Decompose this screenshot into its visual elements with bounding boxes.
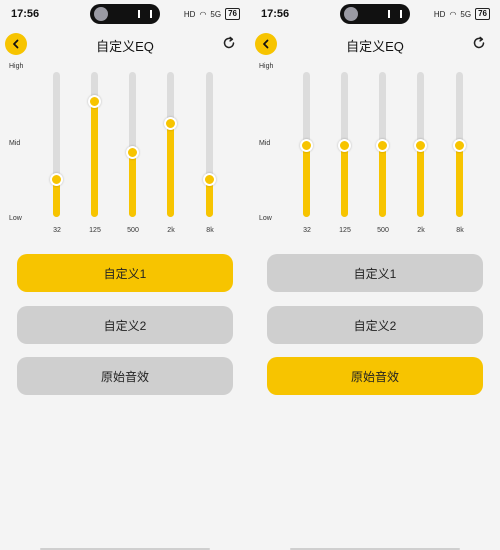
eq-slider-knob[interactable] [338,138,351,152]
preset-button-original[interactable]: 原始音效 [17,357,233,395]
eq-slider-track[interactable] [91,72,98,217]
eq-slider-knob[interactable] [50,173,63,187]
page-title: 自定义EQ [96,39,154,54]
signal-indicator: 5G [210,9,222,19]
preset-button-original[interactable]: 原始音效 [267,357,483,395]
eq-band: 32 [45,72,69,242]
preset-button-custom-2[interactable]: 自定义2 [17,306,233,344]
dynamic-island[interactable] [340,4,410,24]
eq-band-frequency: 32 [53,227,61,234]
eq-slider-fill [303,144,310,217]
status-time: 17:56 [11,8,40,20]
hd-indicator: HD [183,9,196,19]
eq-band-frequency: 500 [377,227,389,234]
eq-band-frequency: 500 [127,227,139,234]
eq-slider-track[interactable] [53,72,60,217]
eq-band-frequency: 8k [206,227,214,234]
eq-band: 125 [83,72,107,242]
eq-band: 8k [198,72,222,242]
wifi-icon: ◠ [199,9,207,19]
eq-band: 125 [333,72,357,242]
eq-band-frequency: 32 [303,227,311,234]
header: 自定义EQ [250,33,500,59]
album-art-icon [344,7,358,21]
eq-slider-knob[interactable] [376,138,389,152]
audio-wave-icon [388,10,402,18]
refresh-icon[interactable] [472,36,486,50]
eq-band-frequency: 125 [89,227,101,234]
status-bar: 17:56 HD ◠ 5G 76 [250,0,500,28]
page-title: 自定义EQ [346,39,404,54]
dynamic-island[interactable] [90,4,160,24]
header: 自定义EQ [0,33,250,59]
eq-band: 32 [295,72,319,242]
eq-slider-track[interactable] [129,72,136,217]
eq-band: 2k [409,72,433,242]
status-icons: HD ◠ 5G 76 [434,8,490,20]
eq-slider-fill [341,144,348,217]
screen-right: 17:56 HD ◠ 5G 76 自定义EQ High Mid Low 32 1… [250,0,500,550]
signal-indicator: 5G [460,9,472,19]
eq-slider-fill [129,151,136,217]
album-art-icon [94,7,108,21]
eq-band: 500 [371,72,395,242]
wifi-icon: ◠ [449,9,457,19]
preset-button-custom-1[interactable]: 自定义1 [17,254,233,292]
eq-slider-knob[interactable] [126,145,139,159]
level-label-mid: Mid [9,140,21,147]
eq-slider-fill [379,144,386,217]
audio-wave-icon [138,10,152,18]
eq-slider-knob[interactable] [453,138,466,152]
status-time: 17:56 [261,8,290,20]
eq-slider-knob[interactable] [300,138,313,152]
preset-button-custom-1[interactable]: 自定义1 [267,254,483,292]
eq-band-frequency: 8k [456,227,464,234]
status-icons: HD ◠ 5G 76 [184,8,240,20]
status-bar: 17:56 HD ◠ 5G 76 [0,0,250,28]
eq-slider-knob[interactable] [203,173,216,187]
eq-slider-track[interactable] [167,72,174,217]
preset-button-custom-2[interactable]: 自定义2 [267,306,483,344]
level-label-low: Low [259,215,272,222]
battery-icon: 76 [225,8,240,20]
level-label-high: High [9,63,24,70]
hd-indicator: HD [433,9,446,19]
eq-band: 500 [121,72,145,242]
screen-left: 17:56 HD ◠ 5G 76 自定义EQ High Mid Low 32 1… [0,0,250,550]
battery-icon: 76 [475,8,490,20]
equalizer: High Mid Low 32 125 500 2k 8k [250,60,500,240]
eq-slider-fill [417,144,424,217]
eq-slider-track[interactable] [206,72,213,217]
eq-band-frequency: 2k [167,227,175,234]
eq-slider-fill [167,122,174,217]
eq-band-frequency: 2k [417,227,425,234]
eq-band: 8k [448,72,472,242]
eq-slider-knob[interactable] [414,138,427,152]
eq-slider-knob[interactable] [164,116,177,130]
level-label-high: High [259,63,274,70]
eq-slider-knob[interactable] [88,95,101,108]
refresh-icon[interactable] [222,36,236,50]
level-label-mid: Mid [259,140,271,147]
level-label-low: Low [9,215,22,222]
equalizer: High Mid Low 32 125 500 2k 8k [0,60,250,240]
eq-slider-fill [91,101,98,217]
eq-slider-fill [456,144,463,217]
eq-band-frequency: 125 [339,227,351,234]
eq-band: 2k [159,72,183,242]
